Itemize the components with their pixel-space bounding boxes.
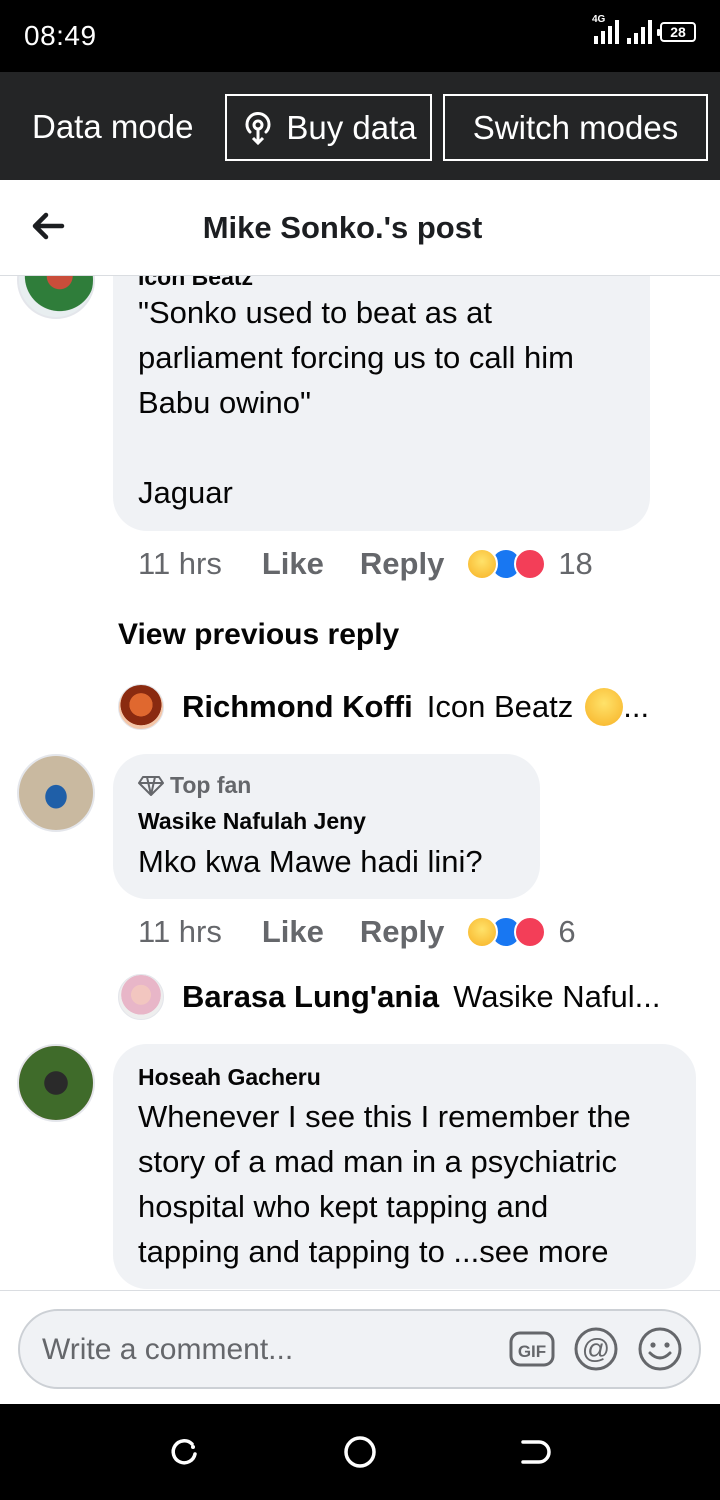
love-reaction-icon bbox=[514, 916, 547, 948]
laughing-emoji-icon bbox=[585, 688, 624, 726]
comment-author[interactable]: Hoseah Gacheru bbox=[138, 1064, 321, 1091]
reply-preview[interactable]: Barasa Lung'ania Wasike Naful... bbox=[118, 974, 661, 1020]
avatar[interactable] bbox=[17, 754, 95, 832]
reactions[interactable] bbox=[466, 916, 547, 948]
back-nav-icon[interactable] bbox=[517, 1434, 553, 1470]
top-fan-badge: Top fan bbox=[138, 772, 251, 799]
reply-ellipsis: ... bbox=[623, 689, 650, 724]
reactions[interactable] bbox=[466, 548, 547, 580]
comments-list[interactable]: Icon Beatz "Sonko used to beat as at par… bbox=[0, 276, 720, 1290]
comment-placeholder: Write a comment... bbox=[42, 1333, 294, 1366]
comment-meta: 11 hrs Like Reply 6 bbox=[138, 914, 576, 950]
reaction-count: 18 bbox=[558, 546, 593, 581]
at-sign-icon[interactable]: @ bbox=[572, 1325, 620, 1373]
comment-time: 11 hrs bbox=[138, 914, 222, 949]
switch-modes-button[interactable]: Switch modes bbox=[443, 94, 708, 161]
status-bar: 08:49 4G 28 bbox=[0, 0, 720, 72]
signal-4g-icon: 4G bbox=[592, 14, 619, 44]
svg-text:@: @ bbox=[582, 1333, 610, 1364]
avatar bbox=[118, 974, 164, 1020]
reply-author: Barasa Lung'ania bbox=[182, 979, 440, 1014]
gif-icon[interactable]: GIF bbox=[508, 1325, 556, 1373]
comment-author[interactable]: Wasike Nafulah Jeny bbox=[138, 808, 366, 835]
switch-modes-label: Switch modes bbox=[472, 108, 679, 146]
post-header: Mike Sonko.'s post bbox=[0, 180, 720, 276]
svg-text:GIF: GIF bbox=[518, 1342, 546, 1361]
battery-icon: 28 bbox=[657, 22, 696, 42]
avatar bbox=[118, 684, 164, 730]
comment-composer: Write a comment... GIF @ bbox=[0, 1290, 720, 1404]
home-circle-icon[interactable] bbox=[342, 1434, 378, 1470]
comment-meta: 11 hrs Like Reply 18 bbox=[138, 546, 593, 582]
recent-apps-icon[interactable] bbox=[166, 1434, 202, 1470]
reply-author: Richmond Koffi bbox=[182, 689, 413, 724]
buy-data-button[interactable]: Buy data bbox=[225, 94, 432, 161]
diamond-icon bbox=[138, 775, 164, 796]
status-icons: 4G 28 bbox=[592, 14, 696, 44]
reply-text: Icon Beatz bbox=[426, 689, 574, 724]
system-nav-bar bbox=[0, 1404, 720, 1500]
signal-icon bbox=[627, 20, 652, 44]
haha-reaction-icon bbox=[466, 916, 499, 948]
view-previous-reply-link[interactable]: View previous reply bbox=[118, 618, 399, 652]
like-button[interactable]: Like bbox=[262, 914, 324, 950]
comment-text: Mko kwa Mawe hadi lini? bbox=[138, 844, 483, 879]
reply-button[interactable]: Reply bbox=[360, 914, 444, 950]
smiley-icon[interactable] bbox=[636, 1325, 684, 1373]
love-reaction-icon bbox=[514, 548, 547, 580]
like-button[interactable]: Like bbox=[262, 546, 324, 582]
avatar[interactable] bbox=[17, 1044, 95, 1122]
status-time: 08:49 bbox=[24, 20, 97, 51]
comment-text: Whenever I see this I remember the story… bbox=[138, 1099, 631, 1269]
avatar[interactable] bbox=[17, 276, 95, 319]
reaction-count: 6 bbox=[558, 914, 576, 949]
page-title: Mike Sonko.'s post bbox=[202, 210, 483, 245]
reply-preview[interactable]: Richmond Koffi Icon Beatz ... bbox=[118, 684, 649, 730]
data-mode-bar: Data mode Buy data Switch modes bbox=[0, 72, 720, 180]
comment-text: "Sonko used to beat as at parliament for… bbox=[138, 295, 574, 510]
reply-button[interactable]: Reply bbox=[360, 546, 444, 582]
comment-author[interactable]: Icon Beatz bbox=[138, 276, 253, 291]
reply-text: Wasike Naful... bbox=[453, 979, 661, 1014]
comment-time: 11 hrs bbox=[138, 546, 222, 581]
comment-input[interactable]: Write a comment... GIF @ bbox=[18, 1309, 701, 1389]
haha-reaction-icon bbox=[466, 548, 499, 580]
wifi-broadcast-icon bbox=[245, 111, 271, 145]
buy-data-label: Buy data bbox=[286, 108, 417, 146]
data-mode-label: Data mode bbox=[32, 108, 194, 145]
